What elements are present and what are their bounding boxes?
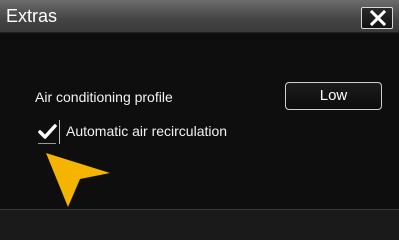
- recirculation-label: Automatic air recirculation: [66, 123, 228, 139]
- bottom-bar: [0, 209, 399, 240]
- close-button[interactable]: [361, 7, 393, 29]
- pointer-arrow-icon: [46, 153, 110, 207]
- title-bar: Extras: [0, 0, 399, 33]
- checkmark-icon: [38, 124, 57, 139]
- recirculation-checkbox[interactable]: [37, 120, 61, 150]
- checkbox-divider: [59, 120, 60, 144]
- page-title: Extras: [6, 6, 58, 26]
- recirculation-checkbox-row[interactable]: Automatic air recirculation: [37, 120, 267, 150]
- checkbox-underline: [38, 143, 56, 144]
- ac-profile-label: Air conditioning profile: [35, 89, 173, 105]
- close-icon: [370, 10, 386, 26]
- extras-screen: Extras Air conditioning profile Low Auto…: [0, 0, 399, 240]
- ac-profile-button[interactable]: Low: [285, 82, 382, 110]
- settings-panel: Air conditioning profile Low Automatic a…: [0, 33, 399, 209]
